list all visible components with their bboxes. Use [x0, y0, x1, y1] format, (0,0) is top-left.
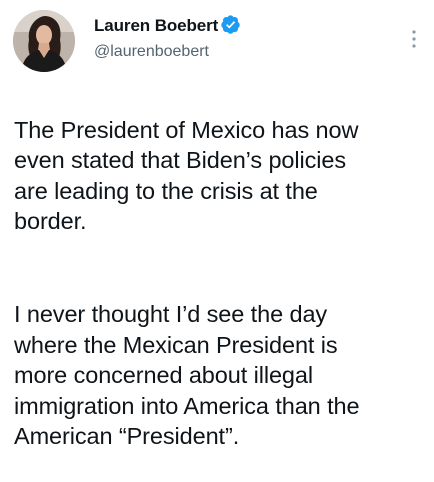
tweet-paragraph-1: The President of Mexico has now even sta…	[14, 116, 359, 235]
author-name[interactable]: Lauren Boebert	[94, 16, 218, 36]
verified-badge-icon	[221, 15, 240, 34]
author-avatar[interactable]	[13, 10, 75, 72]
tweet-card: Lauren Boebert @laurenboebert The Presid…	[0, 0, 434, 449]
tweet-paragraph-2: I never thought I’d see the day where th…	[14, 301, 360, 449]
tweet-text: The President of Mexico has now even sta…	[14, 84, 426, 482]
author-handle[interactable]: @laurenboebert	[94, 43, 209, 61]
vertical-dots-icon[interactable]	[412, 29, 416, 49]
profile-photo-icon	[13, 10, 75, 72]
